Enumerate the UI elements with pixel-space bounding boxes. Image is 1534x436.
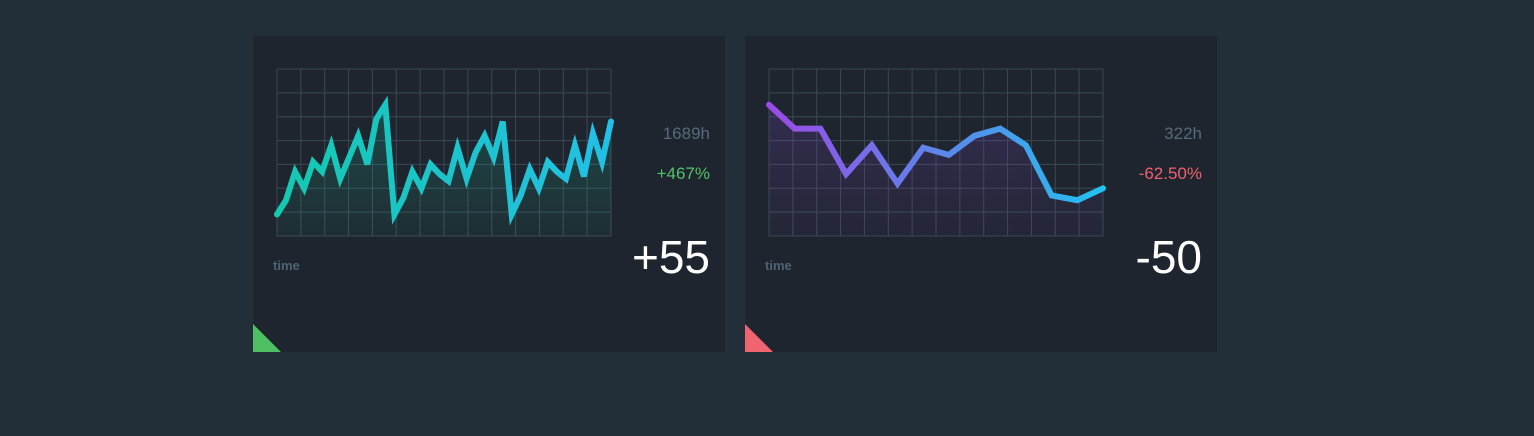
corner-indicator	[253, 324, 281, 352]
corner-indicator	[745, 324, 773, 352]
change-percent: +467%	[656, 164, 710, 183]
delta-value: -50	[1135, 231, 1202, 283]
x-axis-label: time	[273, 258, 300, 273]
card-negative: 322h -62.50% -50 time	[745, 36, 1217, 352]
delta-value: +55	[631, 231, 710, 283]
x-axis-label: time	[765, 258, 792, 273]
hours-value: 1689h	[662, 124, 710, 143]
hours-value: 322h	[1164, 124, 1202, 143]
card-positive: 1689h +467% +55 time	[253, 36, 725, 352]
change-percent: -62.50%	[1138, 164, 1202, 183]
